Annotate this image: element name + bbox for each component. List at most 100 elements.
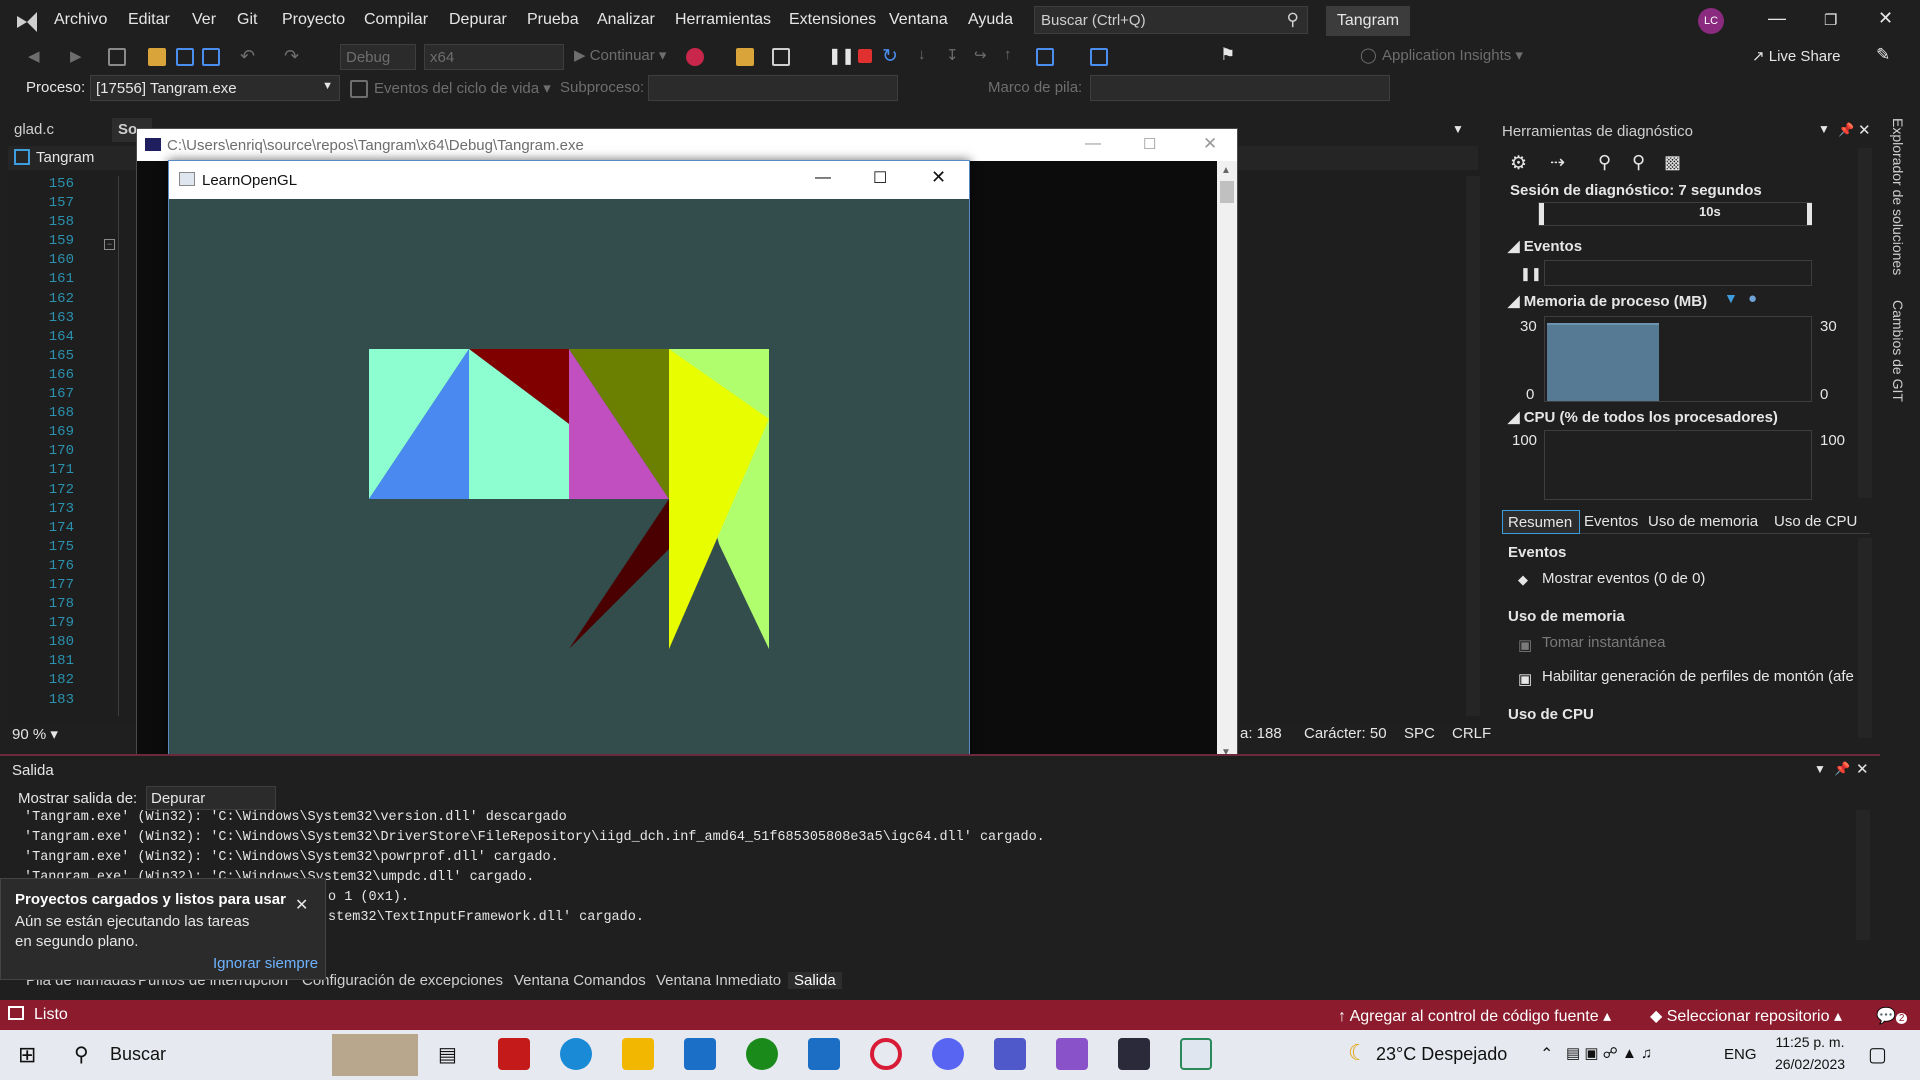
- close-icon[interactable]: ✕: [1858, 121, 1871, 139]
- step-out-icon[interactable]: ↪: [974, 46, 987, 64]
- discord-icon[interactable]: [932, 1038, 964, 1070]
- save-icon[interactable]: [176, 48, 194, 66]
- tab-command-window[interactable]: Ventana Comandos: [514, 972, 646, 989]
- menu-compilar[interactable]: Compilar: [364, 11, 428, 29]
- take-snapshot-button[interactable]: Tomar instantánea: [1542, 634, 1665, 651]
- close-icon[interactable]: ✕: [931, 167, 946, 188]
- output-source-dropdown[interactable]: Depurar: [146, 786, 276, 810]
- layout-icon[interactable]: [772, 48, 790, 66]
- search-highlight-image[interactable]: [332, 1034, 418, 1076]
- solution-name-badge[interactable]: Tangram: [1326, 6, 1410, 36]
- zoom-in-icon[interactable]: ⚲: [1598, 152, 1611, 173]
- chevron-down-icon[interactable]: ▼: [1814, 762, 1826, 776]
- teams-icon[interactable]: [994, 1038, 1026, 1070]
- range-handle-right[interactable]: [1807, 203, 1812, 225]
- save-all-icon[interactable]: [202, 48, 220, 66]
- menu-extensiones[interactable]: Extensiones: [789, 11, 876, 29]
- menu-depurar[interactable]: Depurar: [449, 11, 507, 29]
- step-into-icon[interactable]: ↓: [918, 46, 926, 63]
- tray-overflow-icon[interactable]: ⌃: [1540, 1044, 1553, 1064]
- menu-prueba[interactable]: Prueba: [527, 11, 579, 29]
- restore-icon[interactable]: ❐: [1824, 11, 1837, 29]
- diag-top-scrollbar[interactable]: [1858, 148, 1872, 498]
- language-indicator[interactable]: ENG: [1724, 1046, 1757, 1063]
- tab-output[interactable]: Salida: [788, 972, 842, 989]
- platform-dropdown[interactable]: x64: [424, 44, 564, 70]
- notifications-icon[interactable]: 💬 2: [1876, 1006, 1908, 1026]
- zoom-out-icon[interactable]: ⚲: [1632, 152, 1645, 173]
- weather-text[interactable]: 23°C Despejado: [1376, 1044, 1507, 1065]
- diag-bottom-scrollbar[interactable]: [1858, 538, 1872, 738]
- visual-studio-logo-icon[interactable]: [14, 8, 40, 34]
- process-dropdown[interactable]: [17556] Tangram.exe ▼: [90, 75, 340, 101]
- pin-icon[interactable]: 📌: [1834, 761, 1850, 777]
- step-back-icon[interactable]: ↑: [1004, 46, 1012, 63]
- heap-profiling-link[interactable]: Habilitar generación de perfiles de mont…: [1542, 668, 1862, 685]
- menu-proyecto[interactable]: Proyecto: [282, 11, 345, 29]
- bookmark-icon[interactable]: ⚑: [1220, 45, 1235, 65]
- tab-immediate-window[interactable]: Ventana Inmediato: [656, 972, 781, 989]
- tab-list-icon[interactable]: ▼: [1452, 122, 1464, 136]
- opengl-title-bar[interactable]: LearnOpenGL — ☐ ✕: [169, 161, 969, 199]
- diagnostic-icon[interactable]: [1036, 48, 1054, 66]
- spc-indicator[interactable]: SPC: [1404, 725, 1435, 742]
- redo-icon[interactable]: ↷: [284, 46, 299, 67]
- menu-herramientas[interactable]: Herramientas: [675, 11, 771, 29]
- opengl-window[interactable]: LearnOpenGL — ☐ ✕: [168, 160, 970, 798]
- open-folder-icon[interactable]: [736, 48, 754, 66]
- close-icon[interactable]: ✕: [1203, 134, 1217, 154]
- export-icon[interactable]: ⇢: [1550, 152, 1565, 173]
- minimize-icon[interactable]: —: [815, 169, 831, 187]
- select-repo-button[interactable]: ◆ Seleccionar repositorio ▴: [1650, 1006, 1842, 1026]
- xbox-icon[interactable]: [746, 1038, 778, 1070]
- ignore-always-link[interactable]: Ignorar siempre: [213, 955, 318, 972]
- tab-exception-settings[interactable]: Configuración de excepciones: [302, 972, 503, 989]
- stop-icon[interactable]: [858, 49, 872, 63]
- pin-icon[interactable]: 📌: [1838, 122, 1854, 138]
- tab-resumen[interactable]: Resumen: [1502, 510, 1580, 534]
- mail-icon[interactable]: [808, 1038, 840, 1070]
- tab-uso-memoria[interactable]: Uso de memoria: [1648, 513, 1758, 530]
- task-view-icon[interactable]: ▤: [438, 1042, 457, 1067]
- avatar[interactable]: LC: [1698, 8, 1724, 34]
- app-insights-button[interactable]: Application Insights ▾: [1382, 46, 1523, 64]
- memory-chart[interactable]: [1544, 316, 1812, 402]
- opengl-canvas[interactable]: [169, 199, 969, 797]
- live-share-button[interactable]: ↗ Live Share: [1752, 47, 1840, 65]
- line-indicator[interactable]: a: 188: [1240, 725, 1282, 742]
- search-input[interactable]: Buscar (Ctrl+Q) ⚲: [1034, 6, 1308, 34]
- side-tab-git-changes[interactable]: Cambios de GIT: [1890, 300, 1906, 402]
- start-icon[interactable]: ⊞: [18, 1042, 36, 1068]
- continue-button[interactable]: ▶ Continuar ▾: [574, 46, 666, 64]
- opera-icon[interactable]: [870, 1038, 902, 1070]
- hot-reload-icon[interactable]: [686, 48, 704, 66]
- menu-analizar[interactable]: Analizar: [597, 11, 655, 29]
- output-scrollbar[interactable]: [1856, 810, 1870, 940]
- close-icon[interactable]: ✕: [1878, 8, 1893, 29]
- crlf-indicator[interactable]: CRLF: [1452, 725, 1491, 742]
- step-over-icon[interactable]: ↧: [946, 46, 959, 64]
- edge-icon[interactable]: [560, 1038, 592, 1070]
- minimize-icon[interactable]: —: [1085, 135, 1101, 153]
- undo-icon[interactable]: ↶: [240, 46, 255, 67]
- events-track[interactable]: [1544, 260, 1812, 286]
- close-icon[interactable]: ✕: [295, 895, 308, 915]
- console-scrollbar[interactable]: ▲ ▼: [1217, 161, 1237, 765]
- maximize-icon[interactable]: ☐: [873, 168, 887, 188]
- source-control-button[interactable]: ↑ Agregar al control de código fuente ▴: [1338, 1006, 1611, 1026]
- nav-project-dropdown[interactable]: Tangram: [36, 149, 94, 166]
- lifecycle-events-button[interactable]: Eventos del ciclo de vida ▾: [374, 79, 551, 97]
- lifecycle-icon[interactable]: [350, 80, 368, 98]
- reset-view-icon[interactable]: ▩: [1664, 152, 1681, 173]
- console-title-bar[interactable]: C:\Users\enriq\source\repos\Tangram\x64\…: [137, 129, 1237, 161]
- menu-ventana[interactable]: Ventana: [889, 11, 948, 29]
- timeline-ruler[interactable]: 10s: [1538, 202, 1812, 226]
- tab-uso-cpu[interactable]: Uso de CPU: [1774, 513, 1857, 530]
- new-project-icon[interactable]: [108, 48, 126, 66]
- config-dropdown[interactable]: Debug: [340, 44, 416, 70]
- zoom-dropdown[interactable]: 90 % ▾: [12, 725, 58, 743]
- show-events-link[interactable]: Mostrar eventos (0 de 0): [1542, 570, 1705, 587]
- settings-icon[interactable]: ⚙: [1510, 152, 1527, 175]
- minimize-icon[interactable]: —: [1768, 8, 1786, 29]
- cpu-chart[interactable]: [1544, 430, 1812, 500]
